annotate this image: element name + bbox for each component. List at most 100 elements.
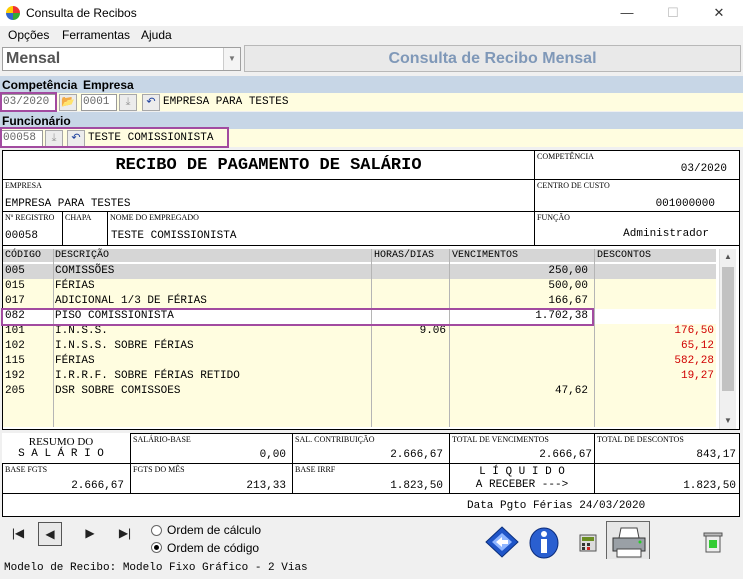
next-record-button[interactable]: ▶ — [78, 522, 102, 546]
scroll-thumb[interactable] — [722, 267, 734, 391]
table-row-empty — [3, 399, 716, 427]
sal-contrib-label: SAL. CONTRIBUIÇÃO — [295, 435, 375, 444]
row-code: 101 — [5, 325, 25, 337]
registro-cell: Nº REGISTRO 00058 — [2, 211, 63, 246]
total-venc-value: 2.666,67 — [539, 449, 592, 461]
table-row[interactable]: 005 COMISSÕES 250,00 — [3, 264, 716, 279]
refresh-button[interactable] — [480, 521, 524, 563]
scroll-down-icon[interactable]: ▼ — [720, 413, 736, 429]
centro-custo-label: CENTRO DE CUSTO — [537, 181, 610, 190]
base-fgts-cell: BASE FGTS 2.666,67 — [2, 463, 131, 494]
liquido-label-cell: L Í Q U I D O A RECEBER ---> — [449, 463, 595, 494]
column-divider — [53, 249, 54, 427]
row-desc: COMISSÕES — [55, 265, 115, 277]
row-code: 017 — [5, 295, 25, 307]
competencia-label: Competência — [2, 78, 78, 92]
row-venc: 47,62 — [554, 385, 588, 397]
row-desc: I.N.S.S. SOBRE FÉRIAS — [55, 340, 194, 352]
radio-dot — [154, 545, 159, 550]
row-desconto: 176,50 — [674, 325, 714, 337]
delete-button[interactable] — [692, 521, 736, 563]
funcao-value: Administrador — [623, 228, 709, 240]
chapa-label: CHAPA — [65, 213, 92, 222]
salario-base-label: SALÁRIO-BASE — [133, 435, 191, 444]
table-scrollbar[interactable]: ▲ ▼ — [719, 249, 736, 429]
col-horas: HORAS/DIAS — [374, 250, 435, 261]
title-bar: Consulta de Recibos — ☐ ✕ — [0, 0, 743, 26]
col-descricao: DESCRIÇÃO — [55, 250, 110, 261]
table-row[interactable]: 017 ADICIONAL 1/3 DE FÉRIAS 166,67 — [3, 294, 716, 309]
open-folder-icon[interactable]: 📂 — [59, 94, 77, 111]
table-row[interactable]: 101 I.N.S.S. 9.06 176,50 — [3, 324, 716, 339]
salario-base-value: 0,00 — [259, 449, 286, 461]
row-venc: 500,00 — [548, 280, 588, 292]
table-row[interactable]: 205 DSR SOBRE COMISSOES 47,62 — [3, 384, 716, 399]
refresh-icon — [485, 526, 519, 558]
competencia-cell: COMPETÊNCIA 03/2020 — [534, 150, 740, 180]
column-divider — [371, 249, 372, 427]
funcao-cell: FUNÇÃO Administrador — [534, 211, 740, 246]
empresa-cell: EMPRESA EMPRESA PARA TESTES — [2, 179, 535, 212]
receipt-title: RECIBO DE PAGAMENTO DE SALÁRIO — [115, 156, 422, 175]
table-row[interactable]: 192 I.R.R.F. SOBRE FÉRIAS RETIDO 19,27 — [3, 369, 716, 384]
empresa-cell-label: EMPRESA — [5, 181, 42, 190]
scroll-up-icon[interactable]: ▲ — [720, 249, 736, 265]
total-desc-value: 843,17 — [696, 449, 736, 461]
salario-base-cell: SALÁRIO-BASE 0,00 — [130, 433, 293, 464]
receipt-title-cell: RECIBO DE PAGAMENTO DE SALÁRIO — [2, 150, 535, 180]
last-record-button[interactable]: ▶| — [113, 522, 137, 546]
base-irrf-cell: BASE IRRF 1.823,50 — [292, 463, 450, 494]
undo-icon[interactable]: ↶ — [142, 94, 160, 111]
row-code: 205 — [5, 385, 25, 397]
row-code: 115 — [5, 355, 25, 367]
row-code: 015 — [5, 280, 25, 292]
row-desc: FÉRIAS — [55, 355, 95, 367]
row-desconto: 582,28 — [674, 355, 714, 367]
order-calc-label: Ordem de cálculo — [167, 523, 262, 537]
empresa-code-input[interactable]: 0001 — [81, 94, 117, 111]
minimize-button[interactable]: — — [604, 0, 650, 26]
selected-row-highlight — [1, 308, 594, 326]
competencia-highlight — [0, 92, 57, 112]
resumo-line1: RESUMO DO — [28, 436, 94, 448]
maximize-button[interactable]: ☐ — [650, 0, 696, 26]
competencia-empresa-header: Competência Empresa — [0, 76, 743, 93]
info-icon — [529, 527, 559, 559]
registro-value: 00058 — [5, 230, 39, 242]
menu-ferramentas[interactable]: Ferramentas — [62, 28, 130, 42]
centro-custo-value: 001000000 — [655, 198, 715, 210]
chevron-down-icon[interactable]: ▼ — [223, 48, 240, 70]
menu-ajuda[interactable]: Ajuda — [141, 28, 172, 42]
column-divider — [449, 249, 450, 427]
row-code: 005 — [5, 265, 25, 277]
window-title: Consulta de Recibos — [26, 6, 137, 20]
table-row[interactable]: 102 I.N.S.S. SOBRE FÉRIAS 65,12 — [3, 339, 716, 354]
print-button[interactable] — [606, 521, 650, 563]
centro-custo-cell: CENTRO DE CUSTO 001000000 — [534, 179, 740, 212]
table-row[interactable]: 015 FÉRIAS 500,00 — [3, 279, 716, 294]
order-calc-radio[interactable] — [151, 525, 162, 536]
order-code-label: Ordem de código — [167, 541, 260, 555]
download-icon[interactable]: ⤓ — [119, 94, 137, 111]
fgts-mes-value: 213,33 — [246, 480, 286, 492]
receipt-type-select[interactable]: Mensal ▼ — [2, 47, 241, 71]
close-button[interactable]: ✕ — [696, 0, 742, 26]
chapa-cell: CHAPA — [62, 211, 108, 246]
prev-record-button[interactable]: ◀ — [38, 522, 62, 546]
row-code: 192 — [5, 370, 25, 382]
menu-opcoes[interactable]: Opções — [8, 28, 49, 42]
base-irrf-value: 1.823,50 — [390, 480, 443, 492]
table-row[interactable]: 115 FÉRIAS 582,28 — [3, 354, 716, 369]
order-code-radio[interactable] — [151, 542, 162, 553]
total-desc-cell: TOTAL DE DESCONTOS 843,17 — [594, 433, 740, 464]
resumo-line2: S A L Á R I O — [18, 448, 104, 460]
funcionario-highlight — [0, 127, 229, 148]
info-button[interactable] — [524, 521, 568, 563]
liquido-value-cell: 1.823,50 — [594, 463, 740, 494]
liquido-value: 1.823,50 — [683, 480, 736, 492]
first-record-button[interactable]: |◀ — [6, 522, 30, 546]
row-desc: I.R.R.F. SOBRE FÉRIAS RETIDO — [55, 370, 240, 382]
liquido-label-line2: A RECEBER ---> — [475, 479, 569, 491]
competencia-empresa-row: 03/2020 📂 0001 ⤓ ↶ EMPRESA PARA TESTES — [0, 93, 743, 111]
app-icon — [6, 6, 20, 20]
